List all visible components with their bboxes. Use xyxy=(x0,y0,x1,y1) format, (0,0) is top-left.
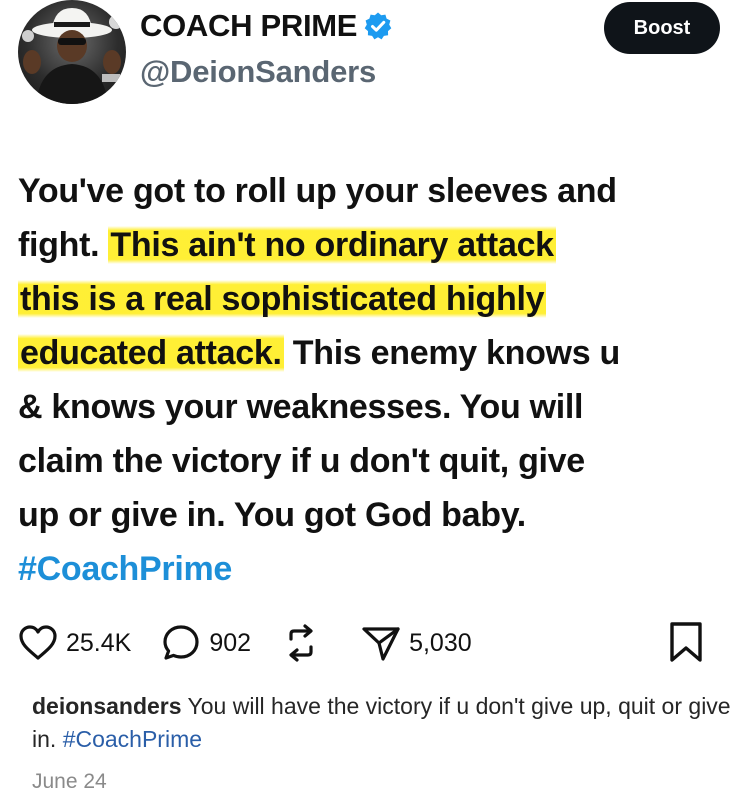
comment-count: 902 xyxy=(209,628,252,657)
share-button[interactable]: 5,030 xyxy=(361,623,472,663)
tweet-hashtag[interactable]: #CoachPrime xyxy=(18,542,738,596)
comment-bubble-icon xyxy=(163,625,199,660)
action-bar: 25.4K 902 5,030 xyxy=(18,618,738,668)
like-button[interactable]: 25.4K xyxy=(18,624,131,662)
tweet-line: up or give in. You got God baby. xyxy=(18,488,738,542)
tweet-line-text: up or give in. You got God baby. xyxy=(18,496,526,534)
post-header: COACH PRIME @DeionSanders Boost xyxy=(0,0,750,120)
verified-badge-icon xyxy=(363,11,393,41)
tweet-line: & knows your weaknesses. You will xyxy=(18,380,738,434)
post-caption: deionsanders You will have the victory i… xyxy=(32,690,732,756)
bookmark-button[interactable] xyxy=(668,621,704,668)
repost-icon xyxy=(289,624,313,662)
tweet-line: fight. This ain't no ordinary attack xyxy=(18,218,738,272)
caption-username[interactable]: deionsanders xyxy=(32,693,182,719)
tweet-line: claim the victory if u don't quit, give xyxy=(18,434,738,488)
tweet-line: this is a real sophisticated highly xyxy=(18,272,738,326)
user-handle[interactable]: @DeionSanders xyxy=(140,54,376,90)
highlighted-text: This ain't no ordinary attack xyxy=(108,226,556,264)
tweet-line-text: This enemy knows u xyxy=(283,334,620,372)
tweet-line: educated attack. This enemy knows u xyxy=(18,326,738,380)
avatar-image xyxy=(22,8,123,104)
caption-hashtag[interactable]: #CoachPrime xyxy=(63,726,202,752)
bookmark-icon xyxy=(670,622,702,662)
name-row: COACH PRIME xyxy=(140,8,393,44)
highlighted-text: educated attack. xyxy=(18,334,284,372)
highlighted-text: this is a real sophisticated highly xyxy=(18,280,547,318)
like-count: 25.4K xyxy=(66,628,132,657)
tweet-line-text: fight. xyxy=(18,226,109,264)
tweet-line-text: claim the victory if u don't quit, give xyxy=(18,442,585,480)
tweet-text: You've got to roll up your sleeves and f… xyxy=(18,164,738,596)
tweet-line-text: & knows your weaknesses. You will xyxy=(18,388,584,426)
display-name[interactable]: COACH PRIME xyxy=(140,8,357,44)
avatar[interactable] xyxy=(18,0,126,104)
boost-button[interactable]: Boost xyxy=(604,2,720,54)
repost-button[interactable] xyxy=(279,623,323,663)
comment-button[interactable]: 902 xyxy=(161,623,251,663)
tweet-line-text: You've got to roll up your sleeves and xyxy=(18,172,617,210)
heart-icon xyxy=(19,625,57,660)
send-icon xyxy=(362,627,400,661)
post-date: June 24 xyxy=(32,770,107,793)
tweet-line: You've got to roll up your sleeves and xyxy=(18,164,738,218)
share-count: 5,030 xyxy=(409,628,472,657)
